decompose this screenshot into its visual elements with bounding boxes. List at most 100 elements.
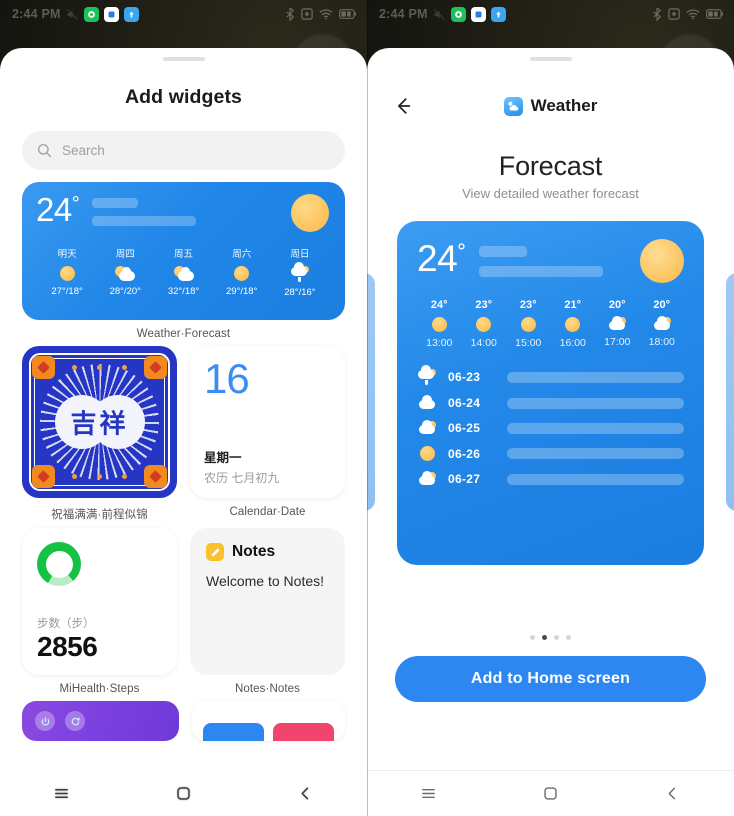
- status-bar-clock: 2:44 PM: [379, 7, 428, 21]
- daily-date: 06-24: [448, 396, 481, 410]
- widget-card-partial-purple[interactable]: [22, 701, 179, 741]
- calendar-lunar-date: 农历 七月初九: [204, 471, 280, 485]
- widget-card-lucky[interactable]: 吉祥 祝福满满·前程似锦: [22, 346, 177, 522]
- pager-dot-1[interactable]: [542, 635, 547, 640]
- dots-bottom-decoration: [62, 474, 137, 479]
- daily-placeholder-bar: [507, 422, 684, 434]
- search-icon: [37, 143, 52, 158]
- refresh-icon: [65, 711, 85, 731]
- widget-card-notes[interactable]: Notes Welcome to Notes! Notes·Notes: [190, 528, 345, 695]
- weather-day-3: 周六 29°/18°: [213, 246, 271, 298]
- app-icon-green: [83, 6, 99, 22]
- widget-card-partial-white[interactable]: [192, 701, 345, 741]
- sheet-grabber[interactable]: [529, 57, 572, 61]
- blue-block: [203, 723, 264, 741]
- search-input[interactable]: Search: [22, 131, 345, 170]
- carousel-peek-prev[interactable]: [367, 273, 375, 511]
- lucky-widget-preview[interactable]: 吉祥: [22, 346, 177, 498]
- pencil-icon: [206, 543, 224, 561]
- left-panel: 2:44 PM Add widgets Search 24° 明天 27°/18…: [0, 0, 367, 816]
- weather-widget-preview[interactable]: 24° 明天 27°/18° 周四 28°/20° 周五 32°/18° 周六 …: [22, 182, 345, 320]
- hour-item-3: 21° 16:00: [551, 299, 596, 349]
- hour-temp: 21°: [564, 299, 582, 311]
- preview-temp: 24°: [417, 238, 466, 279]
- daily-placeholder-bar: [507, 473, 684, 485]
- daily-row-3: 06-26: [417, 446, 684, 461]
- daily-date: 06-23: [448, 370, 481, 384]
- hour-time: 16:00: [559, 337, 586, 349]
- add-to-home-screen-button[interactable]: Add to Home screen: [395, 656, 706, 702]
- weather-day-name: 周四: [115, 249, 135, 260]
- calendar-widget-preview[interactable]: 16 星期一 农历 七月初九: [190, 346, 345, 498]
- pager-dot-3[interactable]: [566, 635, 571, 640]
- partly-cloudy-icon: [417, 471, 437, 486]
- hour-item-5: 20° 18:00: [640, 299, 685, 349]
- sheet-grabber[interactable]: [162, 57, 205, 61]
- partly-cloudy-icon: [154, 266, 212, 281]
- cta-area: Add to Home screen: [367, 656, 734, 702]
- back-icon[interactable]: [652, 777, 694, 811]
- sun-icon: [462, 317, 507, 332]
- widget-card-steps[interactable]: 步数（步） 2856 MiHealth·Steps: [22, 528, 177, 695]
- wifi-icon: [686, 8, 700, 20]
- pager-dot-2[interactable]: [554, 635, 559, 640]
- weather-day-name: 周六: [232, 249, 252, 260]
- recents-icon[interactable]: [40, 776, 82, 810]
- widget-card-calendar[interactable]: 16 星期一 农历 七月初九 Calendar·Date: [190, 346, 345, 522]
- widget-label-notes: Notes·Notes: [234, 683, 300, 695]
- hour-temp: 20°: [653, 299, 671, 311]
- corner-ornament-icon: [32, 465, 55, 488]
- partly-cloudy-icon: [417, 420, 437, 435]
- back-button[interactable]: [389, 92, 417, 120]
- preview-top: 24°: [417, 238, 684, 283]
- back-icon[interactable]: [285, 776, 327, 810]
- detail-header-center: Weather: [367, 96, 734, 116]
- widget-preview-carousel[interactable]: 24° 24° 13:00 23° 14:00 23° 15:00 21° 16…: [367, 221, 734, 565]
- widget-card-weather[interactable]: 24° 明天 27°/18° 周四 28°/20° 周五 32°/18° 周六 …: [22, 182, 345, 340]
- home-icon[interactable]: [529, 777, 571, 811]
- cloud-icon: [417, 395, 437, 410]
- sun-icon: [506, 317, 551, 332]
- steps-widget-values: 步数（步） 2856: [37, 615, 162, 661]
- widget-row-3-partial: [22, 701, 345, 741]
- hour-time: 14:00: [470, 337, 497, 349]
- carousel-peek-next[interactable]: [726, 273, 734, 511]
- hour-time: 17:00: [604, 336, 631, 348]
- app-icon-lightblue: [123, 6, 139, 22]
- preview-hourly-row: 24° 13:00 23° 14:00 23° 15:00 21° 16:00 …: [417, 299, 684, 349]
- daily-placeholder-bar: [507, 397, 684, 409]
- daily-date: 06-25: [448, 421, 481, 435]
- pager-dots[interactable]: [367, 635, 734, 640]
- home-icon[interactable]: [162, 776, 204, 810]
- battery-icon: [339, 9, 357, 19]
- notes-widget-title: Notes: [232, 543, 276, 560]
- search-area: Search: [0, 131, 367, 170]
- daily-row-1: 06-24: [417, 395, 684, 410]
- power-icon: [35, 711, 55, 731]
- progress-ring-icon: [37, 542, 81, 586]
- hour-temp: 23°: [475, 299, 493, 311]
- weather-day-temp: 32°/18°: [167, 286, 200, 297]
- steps-widget-preview[interactable]: 步数（步） 2856: [22, 528, 177, 675]
- status-bar-clock: 2:44 PM: [12, 7, 61, 21]
- sun-icon: [417, 317, 462, 332]
- pager-dot-0[interactable]: [530, 635, 535, 640]
- widget-label-steps: MiHealth·Steps: [59, 683, 140, 695]
- status-bar-left-group: 2:44 PM: [379, 6, 506, 22]
- notes-widget-preview[interactable]: Notes Welcome to Notes!: [190, 528, 345, 675]
- weather-day-temp: 27°/18°: [51, 286, 83, 297]
- weather-day-temp: 28°/20°: [109, 286, 141, 297]
- daily-date: 06-26: [448, 446, 481, 461]
- forecast-widget-preview[interactable]: 24° 24° 13:00 23° 14:00 23° 15:00 21° 16…: [397, 221, 704, 565]
- daily-placeholder-bar: [507, 371, 684, 383]
- recents-icon[interactable]: [407, 777, 449, 811]
- weather-day-temp: 28°/16°: [284, 287, 316, 298]
- wifi-icon: [319, 8, 333, 20]
- app-name: Weather: [530, 96, 598, 115]
- hour-time: 15:00: [515, 337, 542, 349]
- status-bar-right-group: [652, 7, 724, 21]
- hour-item-1: 23° 14:00: [462, 299, 507, 349]
- steps-value: 2856: [37, 630, 98, 662]
- mute-icon: [66, 8, 79, 21]
- daily-date: 06-27: [448, 472, 481, 486]
